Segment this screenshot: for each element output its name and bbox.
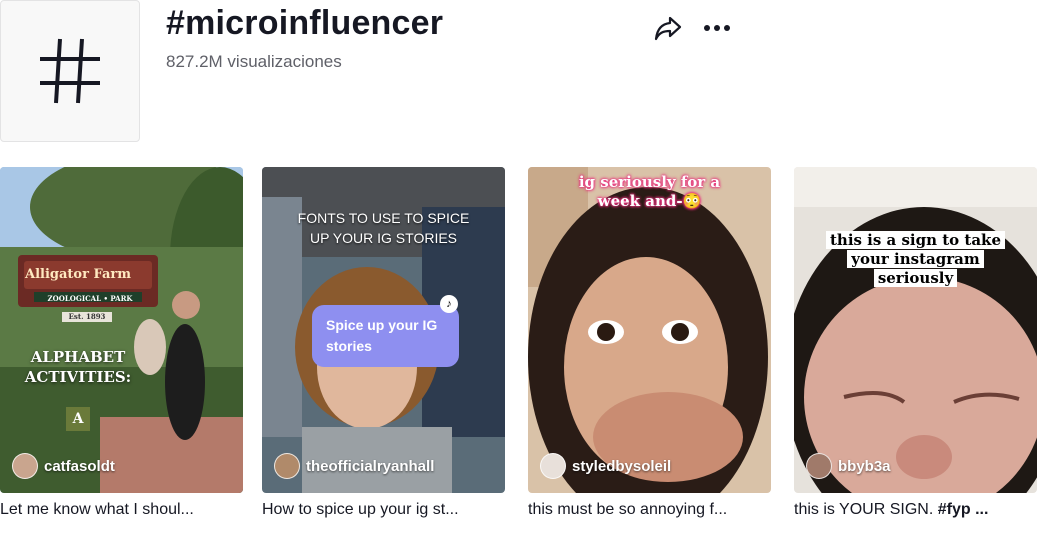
avatar [12,453,38,479]
sign-text: Alligator Farm [24,267,131,282]
overlay-text: your instagram [847,250,984,268]
video-caption[interactable]: this must be so annoying f... [528,501,771,519]
overlay-text-line: ACTIVITIES: [24,368,132,386]
overlay-text-line: seriously [814,269,1017,288]
author-username: styledbysoleil [572,457,672,475]
video-thumbnail[interactable]: FONTS TO USE TO SPICE UP YOUR IG STORIES… [262,167,505,493]
video-card[interactable]: Alligator Farm ZOOLOGICAL • PARK Est. 18… [0,167,243,519]
sign-year: Est. 1893 [68,312,106,321]
sign-subtext: ZOOLOGICAL • PARK [47,294,133,303]
caption-hashtag[interactable]: #fyp ... [938,501,989,518]
overlay-text-line: this is a sign to take [814,231,1017,250]
video-thumbnail[interactable]: ig seriously for a week and-😳 styledbyso… [528,167,771,493]
share-button[interactable] [652,12,684,44]
overlay-text-line: UP YOUR IG STORIES [309,230,458,246]
video-author[interactable]: styledbysoleil [540,453,671,479]
video-thumbnail-image [794,167,1037,493]
view-count: 827.2M visualizaciones [166,52,342,71]
video-caption[interactable]: this is YOUR SIGN. #fyp ... [794,501,1037,519]
page-title: #microinfluencer [166,4,444,42]
video-thumbnail-image [528,167,771,493]
video-author[interactable]: theofficialryanhall [274,453,434,479]
author-username: theofficialryanhall [306,457,435,475]
video-caption[interactable]: Let me know what I shoul... [0,501,243,519]
video-author[interactable]: bbyb3a [806,453,891,479]
overlay-text-line: FONTS TO USE TO SPICE [297,210,470,226]
author-username: catfasoldt [44,457,115,475]
overlay-letter: A [66,407,90,431]
tiktok-icon: ♪ [440,295,458,313]
video-thumbnail-image [0,167,243,493]
author-username: bbyb3a [838,457,891,475]
overlay-text-line: your instagram [814,250,1017,269]
share-icon [654,16,682,41]
avatar [806,453,832,479]
more-options-button[interactable] [700,12,734,44]
overlay-text-line: week and-😳 [597,192,702,210]
hashtag-icon [40,38,100,104]
hashtag-avatar [0,0,140,142]
video-card[interactable]: FONTS TO USE TO SPICE UP YOUR IG STORIES… [262,167,505,519]
more-icon [704,25,730,31]
caption-text: this is YOUR SIGN. [794,501,938,518]
video-author[interactable]: catfasoldt [12,453,115,479]
video-grid: Alligator Farm ZOOLOGICAL • PARK Est. 18… [0,167,1046,540]
overlay-bubble: Spice up your IG stories [312,305,459,367]
video-card[interactable]: ig seriously for a week and-😳 styledbyso… [528,167,771,519]
video-card[interactable]: this is a sign to take your instagram se… [794,167,1037,519]
overlay-text-line: ALPHABET [30,348,126,366]
video-thumbnail[interactable]: Alligator Farm ZOOLOGICAL • PARK Est. 18… [0,167,243,493]
video-caption[interactable]: How to spice up your ig st... [262,501,505,519]
overlay-text-line: ig seriously for a [578,173,721,191]
video-thumbnail[interactable]: this is a sign to take your instagram se… [794,167,1037,493]
avatar [274,453,300,479]
overlay-text: this is a sign to take [825,231,1005,249]
avatar [540,453,566,479]
overlay-text: seriously [873,269,958,287]
